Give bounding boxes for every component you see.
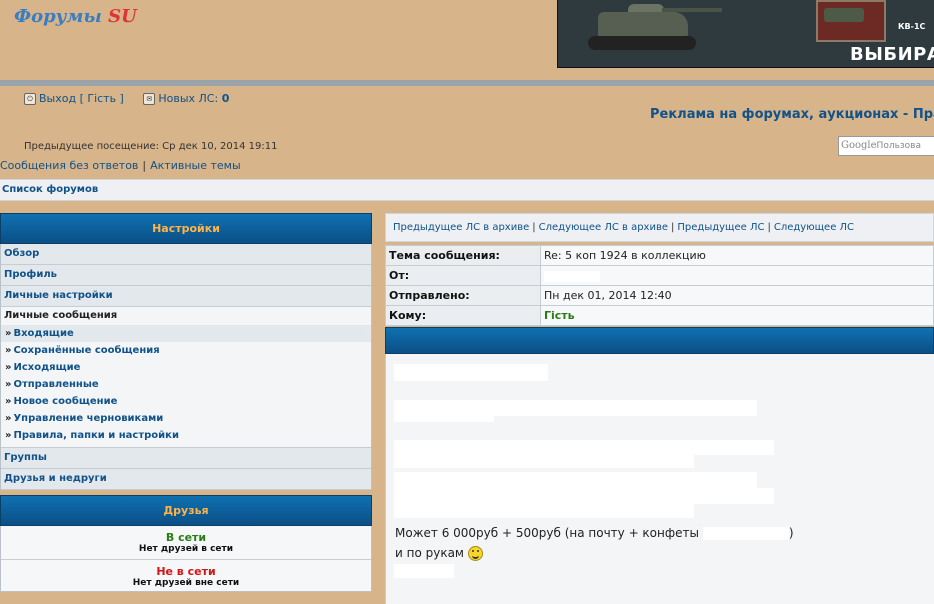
message-line: и по рукам [395,546,483,561]
next-archived-pm-link[interactable]: Следующее ЛС в архиве [539,222,668,233]
no-offline-text: Нет друзей вне сети [132,578,240,588]
prev-pm-link[interactable]: Предыдущее ЛС [677,222,764,233]
subject-label: Тема сообщения: [385,245,541,266]
power-icon: ⏻ [24,93,36,105]
pm-navigation: Предыдущее ЛС в архиве | Следующее ЛС в ар… [385,213,934,242]
sidebar-item-profile[interactable]: Профиль [1,265,371,286]
sent-value: Пн дек 01, 2014 12:40 [540,285,934,306]
no-online-text: Нет друзей в сети [138,544,234,554]
tank-hull [598,12,688,38]
from-label: От: [385,265,541,286]
active-topics-link[interactable]: Активные темы [150,159,241,172]
redacted-text [702,527,789,540]
banner-thumbnail [816,0,886,42]
pm-details-table: Тема сообщения: Re: 5 коп 1924 в коллекц… [385,245,934,326]
tank-tracks [588,36,696,50]
sidebar-item-saved[interactable]: » Сохранённые сообщения [1,342,371,359]
sidebar-item-rules-folders[interactable]: » Правила, папки и настройки [1,427,371,448]
redacted-text [394,454,694,468]
sidebar-item-compose[interactable]: » Новое сообщение [1,393,371,410]
friends-panel-title: Друзья [0,495,372,526]
sidebar-item-label: Правила, папки и настройки [13,430,179,441]
pm-body-header [385,327,934,354]
forum-index-link[interactable]: Список форумов [2,184,98,195]
redacted-text [394,504,694,518]
message-text: ) [788,526,794,540]
to-label: Кому: [385,305,541,326]
sidebar-item-sent[interactable]: » Отправленные [1,376,371,393]
redacted-text [394,564,454,578]
new-pm-link[interactable]: Новых ЛС: [158,92,218,105]
sidebar-item-overview[interactable]: Обзор [1,244,371,265]
settings-panel-title: Настройки [0,213,372,244]
banner-tank-label: КВ-1С [898,22,926,31]
logo-suffix: SU [108,6,137,27]
user-links: ⏻ Выход [ Гість ] ✉ Новых ЛС: 0 [24,92,229,105]
message-line: Может 6 000руб + 500руб (на почту + конф… [395,526,794,540]
message-icon: ✉ [143,93,156,105]
logo-text: Форумы [14,6,102,27]
redacted-text [394,488,774,504]
logout-link[interactable]: Выход [ Гість ] [39,92,124,105]
settings-menu: Обзор Профиль Личные настройки Личные со… [0,244,372,490]
smile-icon [467,546,483,561]
sidebar-item-outbox[interactable]: » Исходящие [1,359,371,376]
google-brand: Google [841,140,877,151]
sidebar-item-label: Отправленные [13,379,99,390]
sidebar-item-friends-foes[interactable]: Друзья и недруги [1,469,371,490]
google-search-box[interactable]: GoogleПользова [838,136,934,156]
sidebar: Настройки Обзор Профиль Личные настройки… [0,213,372,592]
table-row: Кому: Гість [385,305,934,326]
new-pm-count: 0 [221,92,230,105]
sidebar-item-label: Исходящие [13,362,81,373]
sent-label: Отправлено: [385,285,541,306]
prev-archived-pm-link[interactable]: Предыдущее ЛС в архиве [393,222,529,233]
sidebar-item-groups[interactable]: Группы [1,448,371,469]
site-logo[interactable]: Форумы SU [14,6,137,27]
redacted-text [394,406,494,422]
to-value[interactable]: Гість [540,305,934,326]
from-value [540,265,934,286]
online-heading: В сети [165,531,207,544]
table-row: Тема сообщения: Re: 5 коп 1924 в коллекц… [385,245,934,266]
sidebar-item-drafts[interactable]: » Управление черновиками [1,410,371,427]
header-divider [0,80,934,86]
sidebar-item-label: Управление черновиками [13,413,164,424]
ad-banner[interactable]: КВ-1С ВЫБИРАЙ [557,0,934,68]
unanswered-link[interactable]: Сообщения без ответов [0,159,138,172]
next-pm-link[interactable]: Следующее ЛС [774,222,854,233]
redacted-text [394,472,757,488]
sidebar-item-label: Входящие [13,328,74,339]
site-header: Форумы SU КВ-1С ВЫБИРАЙ [0,0,934,80]
ad-text-link[interactable]: Реклама на форумах, аукционах - Прав [650,107,934,122]
table-row: Отправлено: Пн дек 01, 2014 12:40 [385,285,934,306]
sidebar-item-label: Новое сообщение [13,396,118,407]
tank-thumbnail-icon [824,8,864,22]
last-visit-text: Предыдущее посещение: Ср дек 10, 2014 19… [24,141,278,152]
divider [1,559,371,560]
offline-heading: Не в сети [156,565,216,578]
table-row: От: [385,265,934,286]
redacted-text [394,364,548,381]
sidebar-item-inbox[interactable]: » Входящие [1,325,367,342]
banner-cta: ВЫБИРАЙ [850,44,934,65]
quick-links: Сообщения без ответов | Активные темы [0,159,241,172]
search-placeholder: Пользова [876,141,921,151]
pm-message-body: Может 6 000руб + 500руб (на почту + конф… [385,354,934,604]
redacted-text [394,440,774,455]
breadcrumb: Список форумов [0,179,934,201]
pm-view: Предыдущее ЛС в архиве | Следующее ЛС в ар… [385,213,934,604]
message-text: Может 6 000руб + 500руб (на почту + конф… [395,526,699,540]
message-text: и по рукам [395,546,464,560]
subject-value: Re: 5 коп 1924 в коллекцию [540,245,934,266]
private-messages-heading: Личные сообщения [1,307,371,325]
sidebar-item-personal-settings[interactable]: Личные настройки [1,286,371,307]
sidebar-item-label: Сохранённые сообщения [13,345,160,356]
friends-panel: В сети Нет друзей в сети Не в сети Нет д… [0,526,372,592]
